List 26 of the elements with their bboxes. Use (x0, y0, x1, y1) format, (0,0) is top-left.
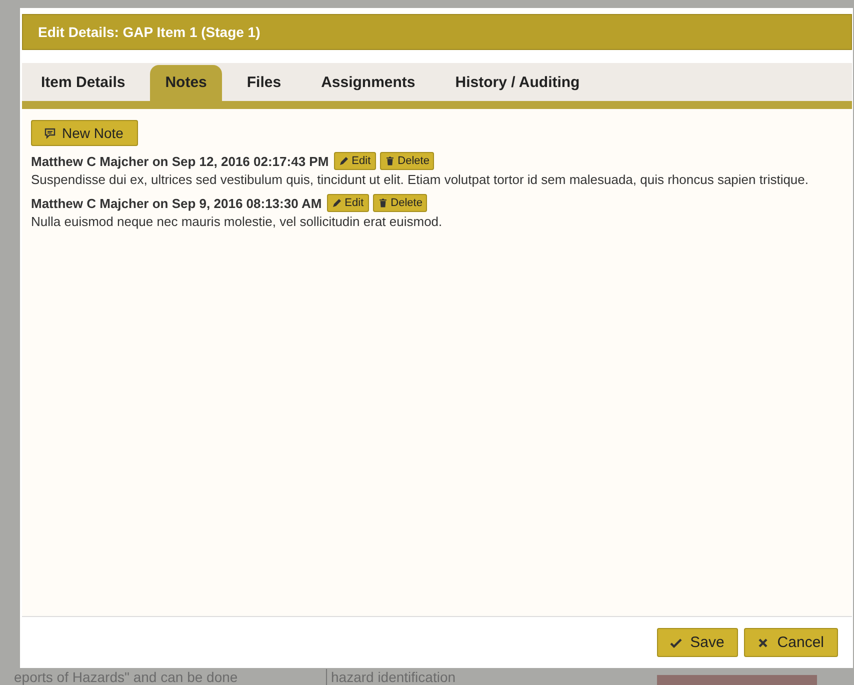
tab[interactable]: Notes (150, 65, 222, 101)
note-text: Nulla euismod neque nec mauris molestie, vel sollicitudin erat euismod. (31, 214, 444, 230)
background-text: hazard identification (326, 669, 631, 685)
dialog-title: Edit Details: GAP Item 1 (Stage 1) (22, 14, 852, 50)
checkmark-icon (670, 636, 682, 648)
comment-icon (44, 127, 56, 139)
tab[interactable]: History / Auditing (440, 65, 595, 101)
note-author-line: Matthew C Majcher on Sep 9, 2016 08:13:30 AM (31, 196, 322, 210)
pencil-icon (332, 198, 342, 208)
close-icon (757, 636, 770, 648)
tab[interactable]: Assignments (306, 65, 430, 101)
note-author-line: Matthew C Majcher on Sep 12, 2016 02:17:43 PM (31, 154, 329, 168)
delete-button[interactable]: Delete (380, 152, 434, 170)
tab[interactable]: Files (232, 65, 296, 101)
cancel-button[interactable]: Cancel (744, 628, 838, 657)
background-text: eports of Hazards" and can be done (14, 669, 239, 685)
edit-button[interactable]: Edit (334, 152, 376, 170)
edit-button[interactable]: Edit (326, 194, 369, 212)
tab[interactable]: Item Details (26, 65, 140, 101)
trash-icon (384, 156, 395, 166)
pencil-icon (338, 156, 349, 166)
new-note-button[interactable]: New Note (31, 120, 138, 146)
delete-button[interactable]: Delete (372, 194, 428, 212)
save-button[interactable]: Save (657, 628, 738, 657)
trash-icon (378, 198, 388, 208)
note-text: Suspendisse dui ex, ultrices sed vestibulum quis, tincidunt ut elit. Etiam volutpat tortor id sem malesuada, quis rhoncus sapien tristique. (31, 172, 810, 188)
